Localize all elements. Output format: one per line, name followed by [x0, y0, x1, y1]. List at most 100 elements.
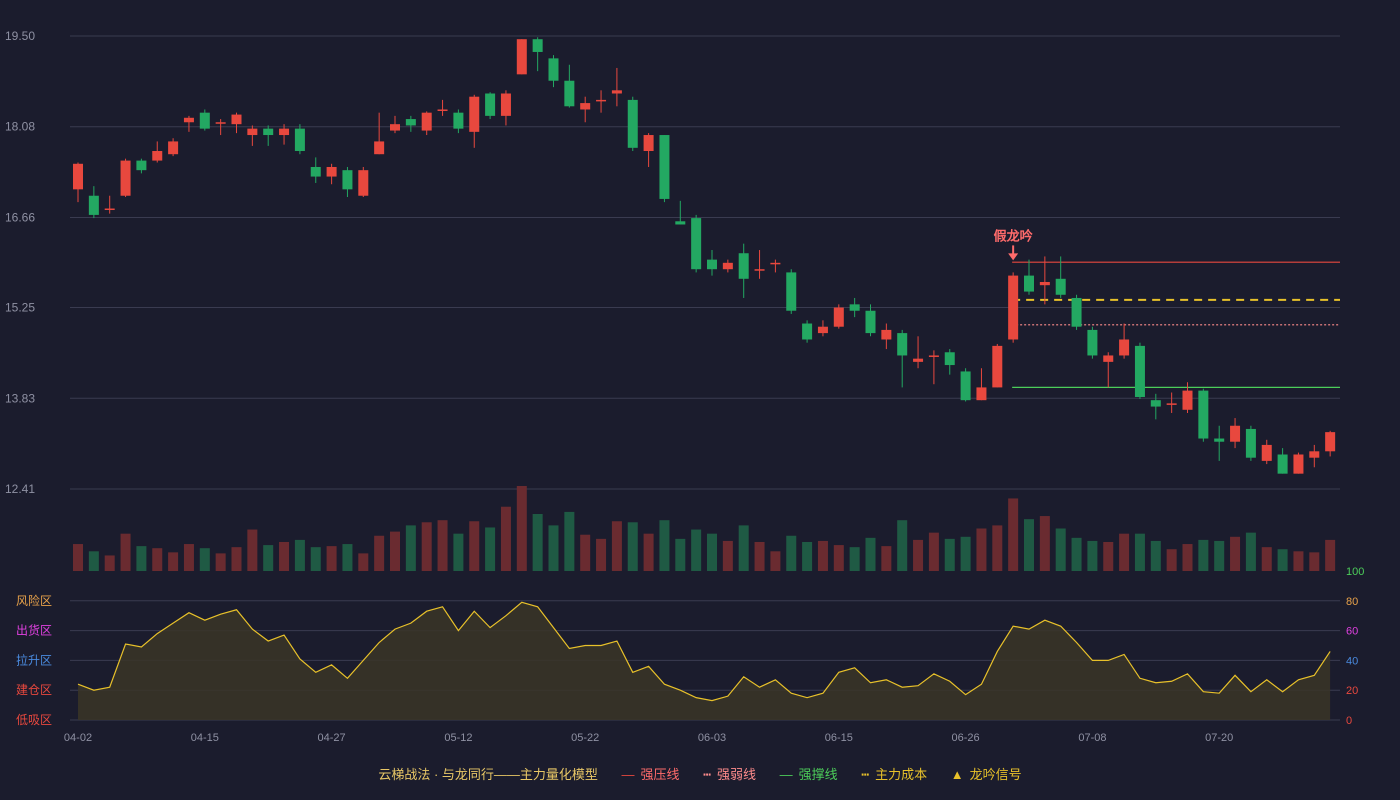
legend: 云梯战法 · 与龙同行——主力量化模型 — 强压线 ┅ 强弱线 — 强撑线 ┅ 主力成本… [0, 764, 1400, 783]
red-line-icon: — [621, 767, 635, 782]
candle-body [770, 262, 781, 265]
volume-bar [1309, 552, 1320, 571]
candle-body [263, 128, 274, 136]
volume-bar [1055, 528, 1066, 571]
volume-bar [580, 534, 591, 571]
candle-body [580, 103, 591, 110]
signal-markers: 假龙吟 [994, 228, 1033, 261]
volume-bar [88, 551, 99, 571]
volume-bar [849, 547, 860, 571]
candle-body [722, 262, 733, 270]
oscillator-tick-label: 0 [1346, 715, 1352, 727]
volume-bar [183, 544, 194, 571]
volume-bar [1230, 536, 1241, 571]
candle-body [928, 355, 939, 357]
candle-body [548, 58, 559, 81]
date-tick-label: 07-08 [1078, 732, 1106, 744]
volume-bar [754, 541, 765, 571]
volume-bar [643, 533, 654, 571]
volume-bar [881, 546, 892, 571]
zone-label: 出货区 [16, 623, 52, 638]
volume-bar [437, 520, 448, 571]
candle-body [1150, 400, 1161, 407]
legend-weak-pressure[interactable]: ┅ 强弱线 [703, 764, 756, 783]
volume-bar [596, 538, 607, 571]
candle-body [168, 141, 179, 155]
candle-body [960, 371, 971, 401]
volume-bar [485, 527, 496, 571]
candle-body [1245, 428, 1256, 458]
volume-bar [1150, 540, 1161, 571]
volume-bar [1261, 547, 1272, 571]
legend-strong-pressure[interactable]: — 强压线 [622, 764, 680, 783]
volume-bar [469, 521, 480, 571]
candle-body [659, 135, 670, 199]
volume-bar [707, 533, 717, 571]
zone-label: 风险区 [16, 593, 52, 608]
legend-support[interactable]: — 强撑线 [780, 764, 838, 783]
candle-body [199, 112, 210, 129]
volume-bar [770, 551, 781, 571]
volume-bar [1008, 498, 1019, 571]
volume-bar [136, 546, 147, 571]
volume-bar [548, 525, 559, 571]
volume-bar [960, 536, 971, 571]
candle-body [913, 358, 924, 362]
zone-label: 低吸区 [16, 713, 52, 727]
oscillator-tick-label: 20 [1346, 685, 1358, 697]
candle-body [754, 269, 765, 271]
candle-body [833, 307, 844, 327]
legend-main-cost[interactable]: ┅ 主力成本 [861, 764, 927, 783]
volume-bar [1087, 540, 1098, 571]
date-tick-label: 05-12 [444, 732, 472, 744]
volume-bar [928, 532, 939, 571]
candle-body [215, 122, 226, 124]
volume-bar [1182, 544, 1193, 571]
candle-body [596, 99, 607, 102]
candle-body [469, 96, 480, 132]
candle-body [104, 208, 115, 211]
oscillator-tick-label: 100 [1346, 566, 1364, 578]
candle-body [1325, 432, 1336, 452]
volume-bar [516, 486, 527, 571]
volume-bar [168, 552, 179, 571]
volume-bar [786, 535, 797, 571]
zone-label: 拉升区 [16, 652, 52, 667]
candle-body [390, 124, 400, 131]
volume-bar [231, 547, 242, 571]
candle-body [976, 387, 987, 401]
candle-body [183, 117, 194, 123]
legend-label: 龙吟信号 [969, 767, 1022, 782]
legend-label: 强弱线 [717, 767, 757, 782]
candle-body [374, 141, 385, 155]
candle-body [643, 135, 654, 152]
candle-body [1214, 438, 1225, 442]
volume-bar [405, 525, 416, 571]
volume-bar [104, 555, 115, 571]
candle-body [707, 259, 717, 270]
date-tick-label: 06-26 [952, 732, 980, 744]
candle-body [1309, 451, 1320, 458]
volume-bar [1103, 541, 1114, 571]
volume-bar [611, 521, 622, 571]
volume-bar [1245, 532, 1256, 571]
oscillator-area [78, 602, 1331, 720]
volume-bar [913, 539, 924, 571]
candle-body [1198, 390, 1209, 439]
date-tick-label: 04-02 [64, 732, 92, 744]
legend-label: 强压线 [640, 767, 680, 782]
volume-bars [73, 486, 1336, 571]
candle-body [1261, 444, 1272, 461]
volume-bar [1198, 539, 1209, 571]
volume-bar [1039, 516, 1050, 571]
legend-signal[interactable]: ▲ 龙吟信号 [951, 764, 1022, 783]
candle-body [73, 163, 83, 190]
candle-body [516, 39, 527, 75]
volume-bar [532, 513, 543, 571]
candle-body [437, 109, 448, 111]
volume-bar [215, 553, 226, 571]
signal-label: 假龙吟 [994, 228, 1033, 243]
candle-body [342, 170, 353, 190]
volume-bar [453, 533, 464, 571]
candle-body [1277, 454, 1288, 474]
